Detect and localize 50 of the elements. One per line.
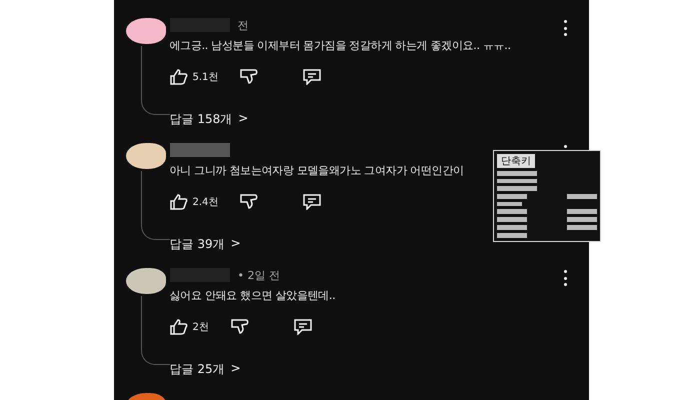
- reply-button[interactable]: [292, 319, 313, 335]
- like-count: 2.4천: [192, 196, 218, 209]
- shortcut-key-chip: [497, 217, 527, 222]
- thumbs-down-icon: [240, 69, 258, 85]
- reply-icon: [292, 319, 313, 335]
- replies-button[interactable]: 답글 39개 >: [170, 236, 241, 253]
- thumbs-down-icon: [230, 319, 249, 335]
- replies-button[interactable]: 답글 25개 >: [170, 361, 241, 378]
- reply-icon: [302, 194, 322, 210]
- comment-text: 아니 그니까 첨보는여자랑 모델을왜가노 그여자가 어떤인간이: [170, 163, 464, 178]
- thumbs-up-icon: [170, 194, 188, 210]
- shortcut-key-chip: [567, 225, 597, 230]
- avatar[interactable]: [126, 143, 166, 169]
- thumbs-up-icon: [170, 319, 188, 335]
- thumbs-up-icon: [170, 69, 188, 85]
- comment-text: 싫어요 안돼요 했으면 살았을텐데..: [170, 288, 336, 303]
- redaction-bar: [170, 143, 230, 157]
- thread-line: [140, 171, 170, 240]
- shortcut-key-chip: [567, 209, 597, 214]
- shortcut-key-chip: [497, 178, 537, 184]
- reply-button[interactable]: [302, 69, 322, 85]
- comment-text: 에그긍.. 남성분들 이제부터 몸가짐을 정갈하게 하는게 좋겠이요.. ㅠㅠ..: [170, 38, 511, 53]
- shortcut-key-chip: [497, 194, 527, 199]
- like-button[interactable]: 2천: [170, 319, 209, 335]
- dislike-button[interactable]: [230, 319, 249, 335]
- panel-title: 단축키: [497, 154, 535, 168]
- dislike-button[interactable]: [240, 69, 258, 85]
- dislike-button[interactable]: [240, 194, 258, 210]
- shortcut-key-chip: [497, 202, 522, 206]
- reply-icon: [302, 69, 322, 85]
- shortcut-key-chip: [567, 194, 597, 199]
- shortcut-key-chip: [497, 225, 527, 230]
- like-count: 5.1천: [192, 71, 218, 84]
- shortcut-key-chip: [567, 217, 597, 222]
- avatar[interactable]: [126, 268, 166, 294]
- like-button[interactable]: 5.1천: [170, 69, 218, 85]
- thread-line: [140, 46, 170, 115]
- replies-button[interactable]: 답글 158개 >: [170, 111, 248, 128]
- thumbs-down-icon: [240, 194, 258, 210]
- like-button[interactable]: 2.4천: [170, 194, 218, 210]
- shortcut-key-chip: [497, 233, 527, 238]
- shortcut-key-chip: [497, 209, 527, 214]
- comment-time: 전: [238, 18, 248, 32]
- like-count: 2천: [192, 321, 209, 334]
- thread-line: [140, 296, 170, 365]
- shortcut-key-chip: [497, 171, 537, 176]
- comment-time: • 2일 전: [238, 268, 280, 282]
- avatar[interactable]: [126, 18, 166, 44]
- reply-button[interactable]: [302, 194, 322, 210]
- shortcut-key-chip: [497, 186, 537, 191]
